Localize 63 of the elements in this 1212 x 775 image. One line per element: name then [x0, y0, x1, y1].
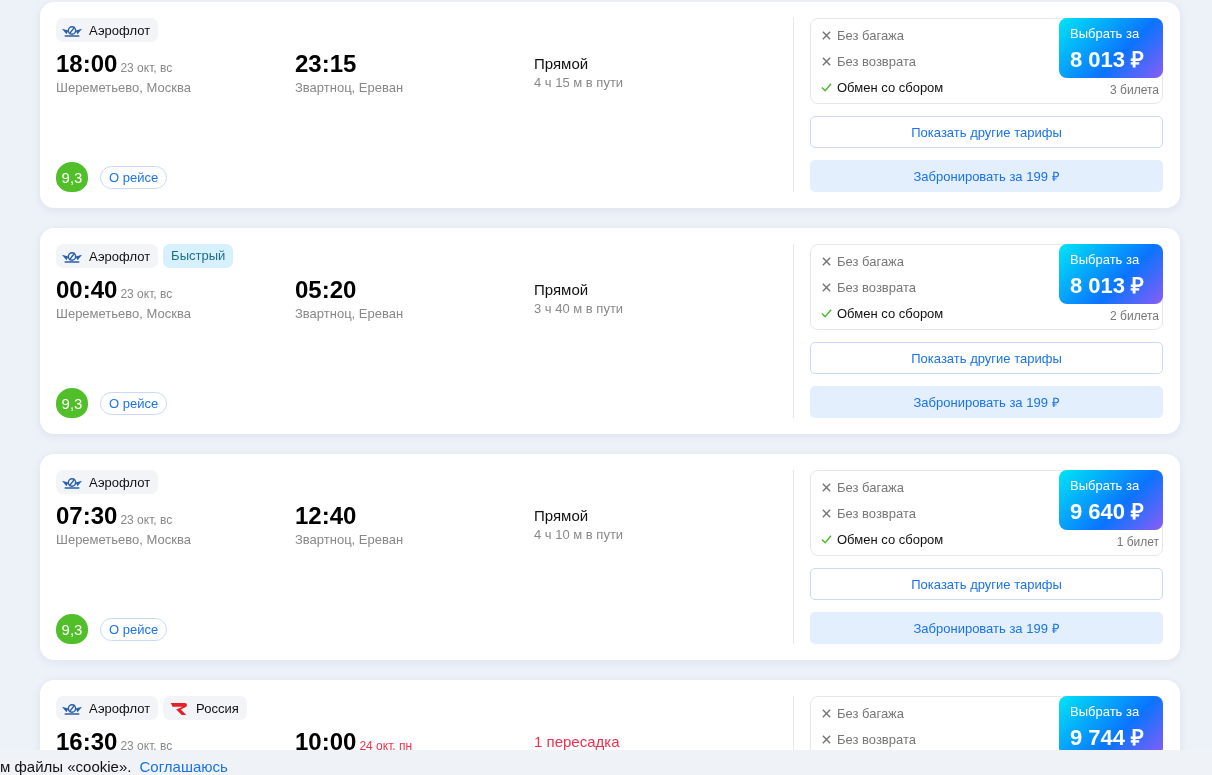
departure-airport: Шереметьево, Москва [56, 80, 192, 95]
fare-feature: Без багажа [837, 705, 905, 721]
fare-feature: Обмен со сбором [837, 305, 944, 321]
other-fares-button[interactable]: Показать другие тарифы [810, 568, 1163, 600]
book-button[interactable]: Забронировать за 199 ₽ [810, 160, 1163, 192]
fare-feature: Обмен со сбором [837, 79, 944, 95]
fare-feature: Без багажа [837, 27, 905, 43]
select-price-button[interactable]: Выбрать за 8 013 ₽ [1059, 18, 1163, 78]
route-type: Прямой [534, 506, 590, 526]
arrival-time: 10:00 [295, 728, 357, 756]
departure-time: 07:30 [56, 502, 118, 530]
fare-feature: Без возврата [837, 505, 916, 521]
airline-name: Россия [196, 700, 239, 716]
fare-feature: Без багажа [837, 253, 905, 269]
departure-time: 00:40 [56, 276, 118, 304]
departure-date: 23 окт, вс [120, 513, 173, 527]
route-type: Прямой [534, 280, 590, 300]
flight-duration: 4 ч 10 м в пути [534, 527, 625, 542]
rating-badge: 9,3 [56, 162, 88, 192]
departure-date: 23 окт, вс [120, 61, 173, 75]
select-price-button[interactable]: Выбрать за 9 640 ₽ [1059, 470, 1163, 530]
fare-feature: Без возврата [837, 731, 916, 747]
select-price-button[interactable]: Выбрать за 8 013 ₽ [1059, 244, 1163, 304]
arrival-airport: Звартноц, Ереван [295, 80, 405, 95]
route-type: Прямой [534, 54, 590, 74]
departure-date: 23 окт, вс [120, 287, 173, 301]
arrival-time: 23:15 [295, 50, 357, 78]
arrival-time: 12:40 [295, 502, 357, 530]
other-fares-button[interactable]: Показать другие тарифы [810, 116, 1163, 148]
flight-duration: 4 ч 15 м в пути [534, 75, 625, 90]
tag-badge: Быстрый [163, 244, 234, 268]
route-type: 1 пересадка [534, 732, 621, 752]
flight-duration: 3 ч 40 м в пути [534, 301, 625, 316]
departure-time: 18:00 [56, 50, 118, 78]
arrival-date: 24 окт, пн [359, 739, 413, 753]
rating-badge: 9,3 [56, 614, 88, 644]
flight-details-button[interactable]: О рейсе [100, 617, 168, 641]
fare-feature: Обмен со сбором [837, 531, 944, 547]
rating-badge: 9,3 [56, 388, 88, 418]
book-button[interactable]: Забронировать за 199 ₽ [810, 386, 1163, 418]
other-fares-button[interactable]: Показать другие тарифы [810, 342, 1163, 374]
airline-name: Аэрофлот [89, 248, 151, 264]
arrival-airport: Звартноц, Ереван [295, 306, 405, 321]
tickets-left: 2 билета [1110, 309, 1159, 323]
airline-name: Аэрофлот [89, 700, 151, 716]
airline-name: Аэрофлот [89, 22, 151, 38]
departure-airport: Шереметьево, Москва [56, 306, 192, 321]
flight-details-button[interactable]: О рейсе [100, 165, 168, 189]
arrival-airport: Звартноц, Ереван [295, 532, 405, 547]
flight-details-button[interactable]: О рейсе [100, 391, 168, 415]
departure-time: 16:30 [56, 728, 118, 756]
airline-name: Аэрофлот [89, 474, 151, 490]
arrival-time: 05:20 [295, 276, 357, 304]
cookie-text: м файлы «cookie». [0, 758, 132, 775]
accept-link[interactable]: Соглашаюсь [139, 758, 228, 775]
fare-feature: Без багажа [837, 479, 905, 495]
tickets-left: 3 билета [1110, 83, 1159, 97]
departure-date: 23 окт, вс [120, 739, 173, 753]
fare-feature: Без возврата [837, 53, 916, 69]
tickets-left: 1 билет [1116, 535, 1159, 549]
book-button[interactable]: Забронировать за 199 ₽ [810, 612, 1163, 644]
departure-airport: Шереметьево, Москва [56, 532, 192, 547]
fare-feature: Без возврата [837, 279, 916, 295]
